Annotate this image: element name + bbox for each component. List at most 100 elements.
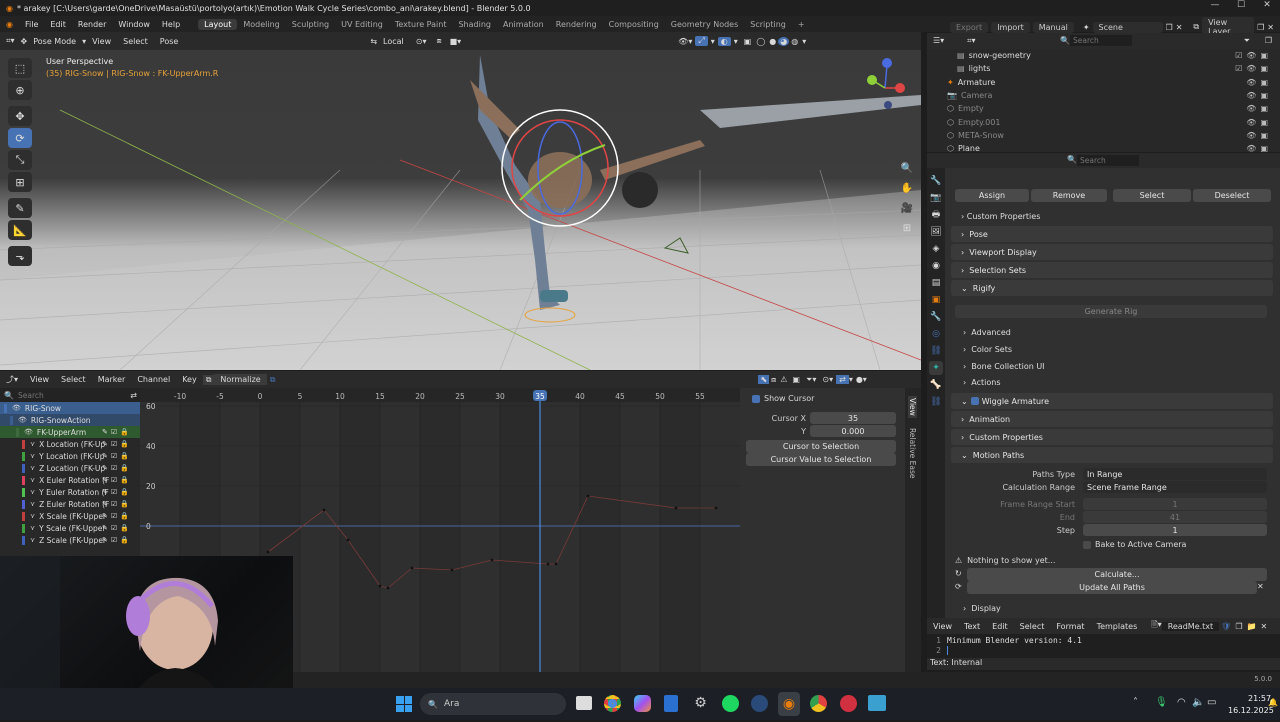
tab-shading[interactable]: Shading xyxy=(452,19,497,30)
frame-range-start-field[interactable]: 1 xyxy=(1083,498,1267,510)
channel-toggle-icons[interactable]: ✎☑🔒 xyxy=(102,476,132,484)
overlay-toggle-icon[interactable]: ◐ xyxy=(717,36,731,46)
blender-taskbar-icon[interactable]: ◉ xyxy=(778,692,800,716)
grid-view-icon[interactable]: ⊞ xyxy=(899,220,915,236)
cursor-y-field[interactable]: 0.000 xyxy=(810,425,896,437)
keyframe-point[interactable] xyxy=(450,568,454,572)
windows-start-icon[interactable] xyxy=(396,696,412,712)
keyframe-point[interactable] xyxy=(554,562,558,566)
channel-row[interactable]: ⋎ X Scale (FK-Upper ✎☑🔒 xyxy=(0,510,140,522)
visibility-toggles-icon[interactable]: 👁▣ xyxy=(1246,131,1272,140)
ge-menu-view[interactable]: View xyxy=(24,375,55,384)
viewport-menu-select[interactable]: Select xyxy=(117,37,154,46)
outliner-item[interactable]: ▤ snow-geometry ☑👁▣ xyxy=(927,49,1280,62)
menu-help[interactable]: Help xyxy=(156,20,186,29)
outliner-filter-icon[interactable]: ⏷ xyxy=(1244,36,1250,46)
copilot-icon[interactable] xyxy=(634,695,651,712)
viewport-menu-pose[interactable]: Pose xyxy=(154,37,185,46)
transform-tool[interactable]: ⊞ xyxy=(8,172,32,192)
keyframe-point[interactable] xyxy=(714,506,718,510)
motion-paths-panel[interactable]: ⌄ Motion Paths xyxy=(951,447,1273,463)
channel-toggle-icons[interactable]: ✎☑🔒 xyxy=(102,500,132,508)
scene-copy-icon[interactable]: ❐ xyxy=(1166,23,1173,32)
remove-button[interactable]: Remove xyxy=(1031,189,1107,202)
microphone-icon[interactable]: 🎙 xyxy=(1155,697,1168,708)
animation-panel[interactable]: › Animation xyxy=(951,411,1273,427)
camera-view-icon[interactable]: 🎥 xyxy=(899,200,915,216)
update-all-paths-button[interactable]: Update All Paths xyxy=(967,581,1257,594)
bone-collection-ui-subpanel[interactable]: › Bone Collection UI xyxy=(963,362,1045,371)
outliner-type-icon[interactable]: ☰▾ xyxy=(933,36,944,45)
visibility-toggles-icon[interactable]: ☑👁▣ xyxy=(1235,51,1272,60)
armature-data-tab-icon[interactable]: ✦ xyxy=(929,361,943,375)
ge-menu-select[interactable]: Select xyxy=(55,375,92,384)
pose-tool[interactable]: ⬎ xyxy=(8,246,32,266)
advanced-subpanel[interactable]: › Advanced xyxy=(963,328,1011,337)
outliner-search-input[interactable] xyxy=(1070,35,1132,46)
tab-uv-editing[interactable]: UV Editing xyxy=(335,19,389,30)
proportional-icon-ge[interactable]: ●▾ xyxy=(853,375,870,384)
view-layer-tab-icon[interactable]: 🖼 xyxy=(929,225,943,239)
te-menu-view[interactable]: View xyxy=(927,622,958,631)
constraint-tab-icon[interactable]: ⛓ xyxy=(929,344,943,358)
channel-visibility-icon[interactable]: 👁 xyxy=(12,404,21,412)
taskview-icon[interactable] xyxy=(576,696,592,710)
actions-subpanel[interactable]: › Actions xyxy=(963,378,1001,387)
open-text-icon[interactable]: 📁 xyxy=(1245,622,1259,631)
text-editor[interactable]: 1 Minimum Blender version: 4.1 2 xyxy=(927,634,1280,658)
channel-visibility-icon[interactable]: ⋎ xyxy=(30,536,35,544)
select-box-tool[interactable]: ⬚ xyxy=(8,58,32,78)
generate-rig-button[interactable]: Generate Rig xyxy=(955,305,1267,318)
volume-icon[interactable]: 🔈 xyxy=(1192,697,1204,708)
scene-close-icon[interactable]: ✕ xyxy=(1176,23,1183,32)
text-file-name[interactable]: ReadMe.txt xyxy=(1161,621,1220,631)
channel-visibility-icon[interactable]: ⋎ xyxy=(30,488,35,496)
custom-properties-panel[interactable]: › Custom Properties xyxy=(951,429,1273,445)
tray-chevron-up-icon[interactable]: ˄ xyxy=(1133,697,1138,708)
visibility-icon[interactable]: 👁▾ xyxy=(675,37,695,46)
move-tool[interactable]: ✥ xyxy=(8,106,32,126)
shading-wireframe-icon[interactable]: ◯ xyxy=(754,37,767,46)
overlay-chevron-icon[interactable]: ▾ xyxy=(731,37,741,46)
settings-icon[interactable]: ⚙ xyxy=(692,695,709,712)
chrome-app-icon[interactable] xyxy=(810,695,827,712)
te-menu-templates[interactable]: Templates xyxy=(1091,622,1144,631)
annotate-tool[interactable]: ✎ xyxy=(8,198,32,218)
channel-visibility-icon[interactable]: ⋎ xyxy=(30,524,35,532)
tool-tab-icon[interactable]: 🔧 xyxy=(929,174,943,188)
gizmo-chevron-icon[interactable]: ▾ xyxy=(708,37,718,46)
bone-constraint-tab-icon[interactable]: ⛓ xyxy=(929,395,943,409)
clear-paths-icon[interactable]: ✕ xyxy=(1257,582,1264,591)
channel-toggle-icons[interactable]: ✎☑🔒 xyxy=(102,524,132,532)
keyframe-point[interactable] xyxy=(322,508,326,512)
calculation-range-select[interactable]: Scene Frame Range xyxy=(1083,481,1267,493)
channel-row[interactable]: ⋎ X Euler Rotation (F ✎☑🔒 xyxy=(0,474,140,486)
export-button[interactable]: Export xyxy=(950,21,989,33)
normalize-button[interactable]: Normalize xyxy=(214,374,267,385)
channel-visibility-icon[interactable]: ⋎ xyxy=(30,440,35,448)
remote-app-icon[interactable] xyxy=(868,695,886,711)
shading-rendered-icon[interactable]: ◍ xyxy=(789,37,800,46)
graph-editor-type-icon[interactable]: ⤴▾ xyxy=(0,374,24,385)
world-tab-icon[interactable]: ◉ xyxy=(929,259,943,273)
editor-type-icon[interactable]: ⌗▾ xyxy=(0,36,21,46)
outliner-display-icon[interactable]: ⌗▾ xyxy=(967,36,976,46)
maximize-icon[interactable]: ☐ xyxy=(1228,0,1254,10)
bake-to-camera-checkbox[interactable] xyxy=(1083,540,1091,549)
select-button[interactable]: Select xyxy=(1113,189,1191,202)
channel-toggle-icons[interactable]: ✎☑🔒 xyxy=(102,536,132,544)
output-tab-icon[interactable]: 🖶 xyxy=(929,208,943,222)
channel-toggle-icons[interactable]: ✎☑🔒 xyxy=(102,488,132,496)
pose-panel[interactable]: › Pose xyxy=(951,226,1273,242)
wiggle-armature-checkbox[interactable] xyxy=(970,397,979,405)
shading-chevron-icon[interactable]: ▾ xyxy=(800,37,808,46)
channel-row[interactable]: 👁 RIG-Snow xyxy=(0,402,140,414)
notes-app-icon[interactable] xyxy=(664,695,678,712)
channel-row[interactable]: ⋎ Z Location (FK-Up ✎☑🔒 xyxy=(0,462,140,474)
viewport-menu-view[interactable]: View xyxy=(86,37,117,46)
filter-icon[interactable]: ⏷▾ xyxy=(803,375,819,385)
channel-row[interactable]: ⋎ Y Location (FK-Up ✎☑🔒 xyxy=(0,450,140,462)
proportional-icon[interactable]: ■▾ xyxy=(446,37,466,46)
channel-row[interactable]: ⋎ Z Euler Rotation (F ✎☑🔒 xyxy=(0,498,140,510)
channel-row[interactable]: ⋎ X Location (FK-Up ✎☑🔒 xyxy=(0,438,140,450)
